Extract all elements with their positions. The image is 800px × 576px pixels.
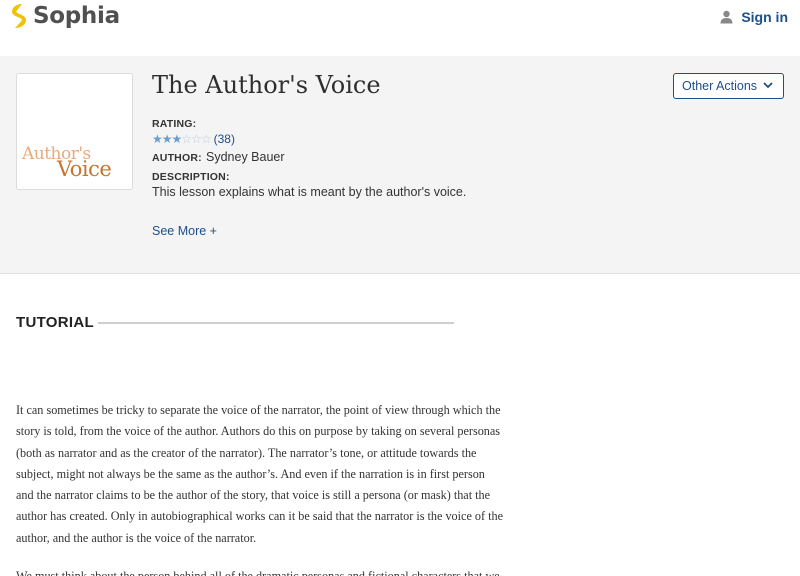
sophia-logo-icon: [12, 4, 26, 28]
author-label: AUTHOR:: [152, 152, 202, 164]
lesson-header: Author's Voice The Author's Voice Other …: [0, 56, 800, 274]
sign-in-label: Sign in: [741, 9, 788, 25]
tutorial-divider: [98, 322, 454, 324]
brand-name: Sophia: [33, 3, 120, 29]
description-label: DESCRIPTION:: [152, 171, 230, 183]
tutorial-heading: TUTORIAL: [16, 314, 94, 331]
star-filled-icon: ★: [152, 132, 163, 146]
chevron-down-icon: [763, 82, 773, 89]
thumbnail-word-voice: Voice: [57, 157, 112, 181]
rating-count[interactable]: (38): [214, 132, 235, 146]
rating-label: RATING:: [152, 118, 197, 130]
paragraph-line: We must think about the person behind al…: [16, 569, 500, 576]
paragraph-line: author has created. Only in autobiograph…: [16, 509, 503, 524]
see-more-link[interactable]: See More +: [152, 224, 217, 238]
star-empty-icon: ☆: [181, 132, 192, 146]
description-text: This lesson explains what is meant by th…: [152, 185, 467, 199]
person-icon: [720, 10, 733, 24]
author-name: Sydney Bauer: [206, 150, 285, 164]
tutorial-paragraph-2: We must think about the person behind al…: [16, 566, 500, 576]
paragraph-line: story is told, from the voice of the aut…: [16, 424, 501, 439]
top-bar: Sophia Sign in: [0, 0, 800, 36]
other-actions-label: Other Actions: [682, 79, 758, 93]
star-row: ★★★☆☆☆: [152, 130, 212, 148]
star-filled-icon: ★: [161, 132, 173, 146]
lesson-title: The Author's Voice: [152, 71, 381, 99]
paragraph-line: and the narrator claims to be the author…: [16, 488, 491, 503]
other-actions-dropdown[interactable]: Other Actions: [673, 73, 784, 99]
paragraph-line: author, and the author is the voice of t…: [16, 530, 257, 545]
star-filled-icon: ★: [171, 132, 183, 146]
tutorial-paragraph-1: It can sometimes be tricky to separate t…: [16, 400, 503, 549]
sophia-logo[interactable]: Sophia: [10, 3, 120, 29]
paragraph-line: (both as narrator and as the creator of …: [16, 445, 477, 460]
lesson-thumbnail: Author's Voice: [16, 73, 133, 190]
star-empty-icon: ☆: [191, 132, 202, 146]
star-empty-icon: ☆: [200, 132, 212, 146]
rating-stars[interactable]: ★★★☆☆☆ (38): [152, 130, 235, 148]
paragraph-line: subject, might not always be the same as…: [16, 466, 485, 481]
paragraph-line: It can sometimes be tricky to separate t…: [16, 403, 501, 417]
sign-in-button[interactable]: Sign in: [720, 9, 788, 25]
